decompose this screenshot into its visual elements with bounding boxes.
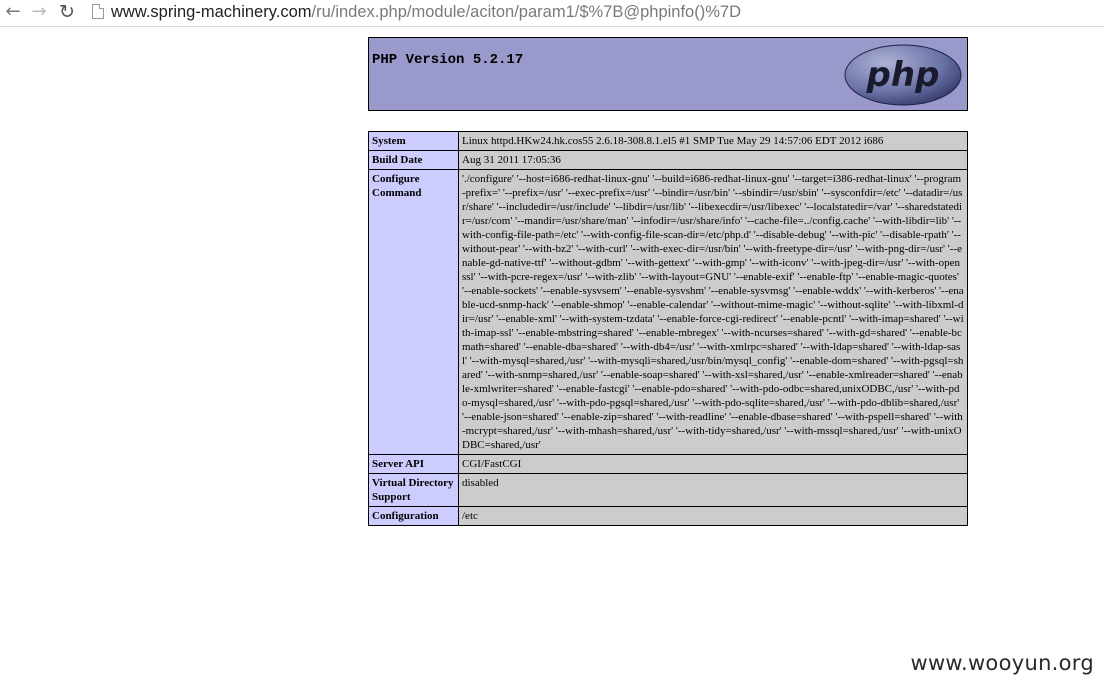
page-icon: [92, 4, 104, 19]
row-key: Configuration: [368, 506, 459, 526]
forward-button[interactable]: →: [28, 1, 50, 23]
row-value: /etc: [458, 506, 968, 526]
phpinfo-table: System Linux httpd.HKw24.hk.cos55 2.6.18-…: [368, 131, 968, 526]
table-row: Server API CGI/FastCGI: [368, 454, 968, 474]
url-host: www.spring-machinery.com: [111, 3, 312, 21]
row-value: CGI/FastCGI: [458, 454, 968, 474]
row-value: Linux httpd.HKw24.hk.cos55 2.6.18-308.8.…: [458, 131, 968, 151]
row-value: disabled: [458, 473, 968, 507]
table-row: Virtual Directory Support disabled: [368, 473, 968, 507]
row-value: './configure' '--host=i686-redhat-linux-…: [458, 169, 968, 455]
php-logo-text: php: [866, 55, 940, 95]
url-path: /ru/index.php/module/aciton/param1/$%7B@…: [311, 3, 742, 21]
row-value: Aug 31 2011 17:05:36: [458, 150, 968, 170]
table-row: System Linux httpd.HKw24.hk.cos55 2.6.18-…: [368, 131, 968, 151]
page-title: PHP Version 5.2.17: [372, 52, 524, 68]
arrow-left-icon: ←: [5, 1, 21, 22]
address-bar[interactable]: www.spring-machinery.com/ru/index.php/mo…: [111, 1, 741, 23]
phpinfo-header: PHP Version 5.2.17 php: [368, 37, 968, 111]
reload-button[interactable]: ↻: [56, 1, 78, 23]
row-key: Server API: [368, 454, 459, 474]
row-key: Configure Command: [368, 169, 459, 455]
browser-toolbar: ← → ↻ www.spring-machinery.com/ru/index.…: [0, 0, 1104, 27]
arrow-right-icon: →: [31, 1, 47, 22]
table-row: Build Date Aug 31 2011 17:05:36: [368, 150, 968, 170]
reload-icon: ↻: [59, 1, 75, 23]
php-logo: php: [844, 44, 962, 106]
back-button[interactable]: ←: [2, 1, 24, 23]
row-key: Build Date: [368, 150, 459, 170]
table-row: Configuration/etc: [368, 506, 968, 526]
watermark: www.wooyun.org: [910, 651, 1094, 675]
row-key: Virtual Directory Support: [368, 473, 459, 507]
row-key: System: [368, 131, 459, 151]
table-row: Configure Command './configure' '--host=i…: [368, 169, 968, 455]
